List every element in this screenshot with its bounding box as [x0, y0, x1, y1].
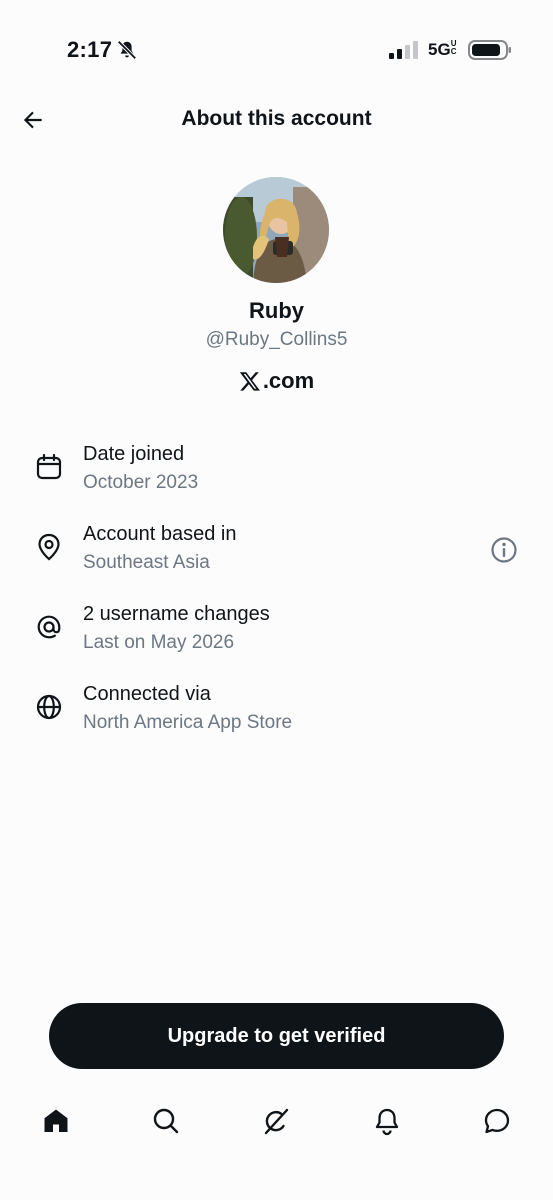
- info-value: Southeast Asia: [83, 552, 210, 573]
- info-value: October 2023: [83, 472, 199, 493]
- bell-icon: [375, 1108, 399, 1136]
- home-icon: [44, 1109, 68, 1132]
- info-row-username-changes: 2 username changes Last on May 2026: [0, 598, 553, 668]
- info-title: Connected via: [83, 683, 211, 705]
- tab-home[interactable]: [39, 1104, 73, 1138]
- info-row-date-joined: Date joined October 2023: [0, 438, 553, 508]
- info-row-account-based-in: Account based in Southeast Asia: [0, 518, 553, 588]
- network-label: 5GUC: [428, 40, 458, 60]
- status-time: 2:17: [67, 37, 113, 62]
- calendar-icon: [36, 453, 62, 480]
- username-handle: @Ruby_Collins5: [205, 329, 348, 350]
- network-type: 5G: [428, 40, 451, 59]
- tab-notifications[interactable]: [370, 1104, 404, 1138]
- page-title: About this account: [181, 107, 372, 130]
- info-title: 2 username changes: [83, 603, 270, 625]
- grok-icon: [264, 1108, 289, 1135]
- info-title: Account based in: [83, 523, 237, 545]
- message-icon: [484, 1108, 510, 1134]
- site-label: .com: [0, 368, 553, 394]
- tab-grok[interactable]: [259, 1104, 293, 1138]
- tab-search[interactable]: [149, 1104, 183, 1138]
- header: About this account: [0, 95, 553, 145]
- network-suffix: UC: [450, 39, 457, 56]
- info-row-connected-via: Connected via North America App Store: [0, 678, 553, 748]
- upgrade-verified-button[interactable]: Upgrade to get verified: [49, 1003, 504, 1069]
- bottom-tab-bar: [0, 1098, 553, 1148]
- globe-icon: [36, 694, 62, 720]
- location-pin-icon: [38, 533, 60, 561]
- tab-messages[interactable]: [480, 1104, 514, 1138]
- x-logo-icon: [239, 372, 260, 391]
- info-circle-icon[interactable]: [488, 534, 520, 566]
- avatar[interactable]: [223, 177, 329, 283]
- info-value: North America App Store: [83, 712, 293, 733]
- at-sign-icon: [37, 615, 61, 639]
- status-bar: 2:17 5GUC: [0, 0, 553, 100]
- info-title: Date joined: [83, 443, 185, 465]
- mute-bell-icon: [117, 40, 137, 60]
- battery-icon: [468, 40, 511, 60]
- display-name: Ruby: [249, 298, 304, 323]
- info-value: Last on May 2026: [83, 632, 235, 653]
- search-icon: [153, 1108, 179, 1134]
- site-text: .com: [262, 368, 315, 393]
- cell-signal-icon: [389, 41, 418, 59]
- avatar-image: [223, 177, 329, 283]
